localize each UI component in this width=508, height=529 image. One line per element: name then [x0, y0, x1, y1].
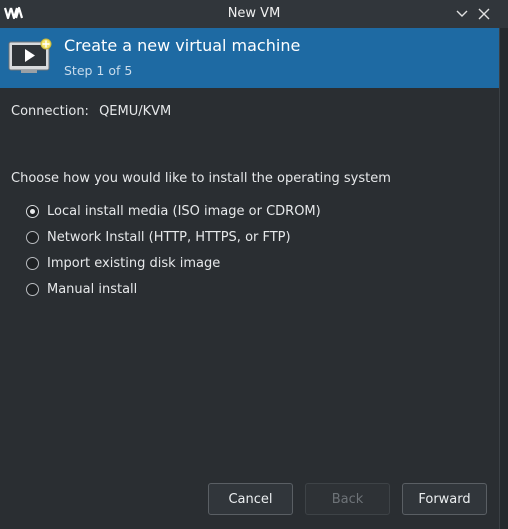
vm-monitor-icon	[8, 38, 52, 73]
option-local-media[interactable]: Local install media (ISO image or CDROM)	[26, 198, 321, 224]
title-bar[interactable]: New VM	[0, 0, 508, 28]
radio-button[interactable]	[26, 204, 39, 218]
chevron-down-icon[interactable]	[454, 6, 470, 22]
install-prompt: Choose how you would like to install the…	[11, 171, 391, 186]
option-label: Network Install (HTTP, HTTPS, or FTP)	[47, 229, 291, 245]
radio-button[interactable]	[26, 230, 39, 244]
option-network-install[interactable]: Network Install (HTTP, HTTPS, or FTP)	[26, 224, 321, 250]
option-label: Import existing disk image	[47, 255, 221, 271]
forward-button[interactable]: Forward	[402, 483, 487, 515]
connection-value: QEMU/KVM	[99, 104, 172, 119]
window-edge	[499, 28, 508, 529]
wizard-header: Create a new virtual machine Step 1 of 5	[0, 28, 499, 88]
radio-button[interactable]	[26, 256, 39, 270]
cancel-button[interactable]: Cancel	[208, 483, 293, 515]
option-import-disk[interactable]: Import existing disk image	[26, 250, 321, 276]
option-label: Local install media (ISO image or CDROM)	[47, 203, 321, 219]
wizard-title: Create a new virtual machine	[64, 36, 301, 55]
option-manual-install[interactable]: Manual install	[26, 276, 321, 302]
new-vm-window: New VM Create a new virtual machine Step…	[0, 0, 508, 529]
radio-button[interactable]	[26, 282, 39, 296]
install-options: Local install media (ISO image or CDROM)…	[26, 198, 321, 302]
back-button[interactable]: Back	[305, 483, 390, 515]
wizard-step: Step 1 of 5	[64, 63, 133, 78]
close-icon[interactable]	[476, 6, 492, 22]
connection-label: Connection:	[11, 104, 89, 119]
window-title: New VM	[227, 6, 281, 21]
connection-row: Connection: QEMU/KVM	[11, 104, 171, 119]
option-label: Manual install	[47, 281, 138, 297]
